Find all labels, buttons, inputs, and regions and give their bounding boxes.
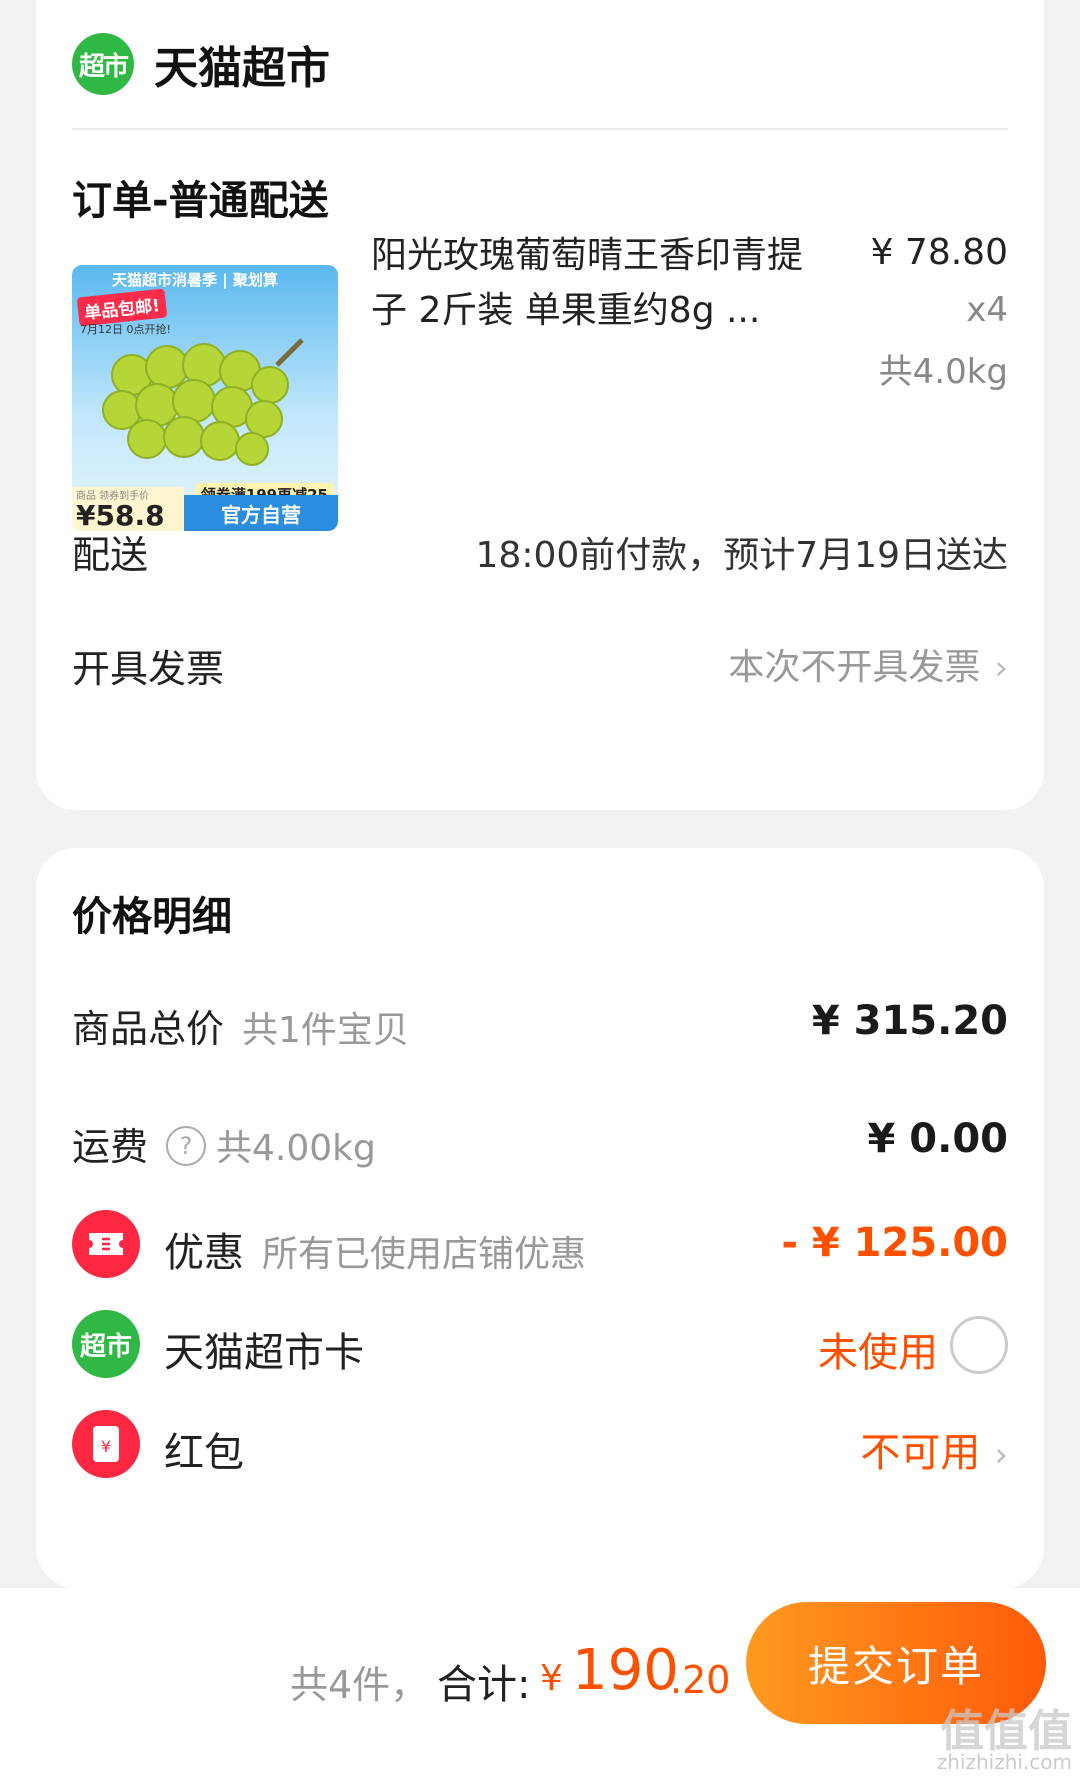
product-thumbnail[interactable]: 天猫超市消暑季 | 聚划算 单品包邮! 7月12日 0点开抢! 领券满199再减… xyxy=(72,265,338,531)
product-title[interactable]: 阳光玫瑰葡萄晴王香印青提子 2斤装 单果重约8g ... xyxy=(371,228,831,338)
total-count: 共4件， xyxy=(290,1663,429,1707)
invoice-value-text: 本次不开具发票 xyxy=(728,647,981,688)
red-packet-status: 不可用 › xyxy=(860,1420,1008,1478)
total-amount-integer: 190 xyxy=(572,1638,679,1703)
goods-total-sub: 共1件宝贝 xyxy=(242,1010,409,1051)
product-price: ¥ 78.80 xyxy=(870,232,1008,273)
invoice-value[interactable]: 本次不开具发票 › xyxy=(728,638,1008,690)
shipping-label-text: 运费 xyxy=(72,1125,149,1169)
price-details-card: 价格明细 商品总价 共1件宝贝 ¥ 315.20 运费? 共4.00kg ¥ 0.0… xyxy=(36,848,1044,1588)
invoice-label: 开具发票 xyxy=(72,647,225,691)
discount-amount: - ¥ 125.00 xyxy=(781,1220,1008,1266)
red-packet-icon: ¥ xyxy=(72,1410,140,1478)
ticket-icon xyxy=(89,1233,123,1255)
order-section-title: 订单-普通配送 xyxy=(72,178,329,224)
goods-total-amount: ¥ 315.20 xyxy=(811,998,1008,1044)
shop-header[interactable]: 超市 天猫超市 xyxy=(72,32,330,96)
total-amount-decimal: .20 xyxy=(670,1658,731,1702)
product-weight: 共4.0kg xyxy=(878,352,1008,392)
tmall-card-radio[interactable] xyxy=(950,1316,1008,1374)
discount-label: 优惠 所有已使用店铺优惠 xyxy=(164,1220,586,1278)
tmall-supermarket-card-icon: 超市 xyxy=(72,1310,140,1378)
envelope-icon: ¥ xyxy=(93,1426,119,1462)
thumb-banner: 天猫超市消暑季 | 聚划算 xyxy=(112,271,278,289)
delivery-value: 18:00前付款，预计7月19日送达 xyxy=(475,535,1008,576)
watermark-url: zhizhizhi.com xyxy=(936,1750,1072,1774)
shipping-sub: 共4.00kg xyxy=(216,1128,376,1169)
shipping-label: 运费? 共4.00kg xyxy=(72,1116,376,1171)
help-question-icon[interactable]: ? xyxy=(166,1125,207,1166)
coupon-ticket-icon xyxy=(72,1210,140,1278)
order-card: 超市 天猫超市 订单-普通配送 天猫超市消暑季 | 聚划算 单品包邮! 7月12… xyxy=(36,0,1044,810)
chevron-right-icon: › xyxy=(994,648,1008,688)
shop-name: 天猫超市 xyxy=(154,43,330,94)
divider xyxy=(72,128,1008,130)
product-quantity: x4 xyxy=(966,290,1008,330)
total-label: 合计: xyxy=(437,1662,531,1708)
shipping-amount: ¥ 0.00 xyxy=(867,1116,1008,1162)
price-details-title: 价格明细 xyxy=(72,894,232,940)
chevron-right-icon: › xyxy=(994,1435,1008,1475)
grapes-image xyxy=(102,338,304,466)
discount-label-text: 优惠 xyxy=(164,1230,244,1276)
tmall-supermarket-logo-icon: 超市 xyxy=(72,33,134,95)
red-packet-label: 红包 xyxy=(164,1430,244,1476)
thumb-official-badge: 官方自营 xyxy=(184,495,338,531)
delivery-label: 配送 xyxy=(72,533,149,577)
svg-text:¥: ¥ xyxy=(101,1437,111,1456)
tmall-card-status: 未使用 xyxy=(818,1330,938,1376)
discount-sub: 所有已使用店铺优惠 xyxy=(262,1234,587,1275)
checkout-bar: 共4件， 合计: ¥ 190 .20 提交订单 xyxy=(0,1588,1080,1781)
goods-total-label: 商品总价 共1件宝贝 xyxy=(72,998,409,1053)
goods-total-label-text: 商品总价 xyxy=(72,1007,225,1051)
total-currency: ¥ xyxy=(540,1658,563,1699)
tmall-card-label: 天猫超市卡 xyxy=(164,1330,364,1376)
red-packet-status-text: 不可用 xyxy=(860,1430,981,1476)
